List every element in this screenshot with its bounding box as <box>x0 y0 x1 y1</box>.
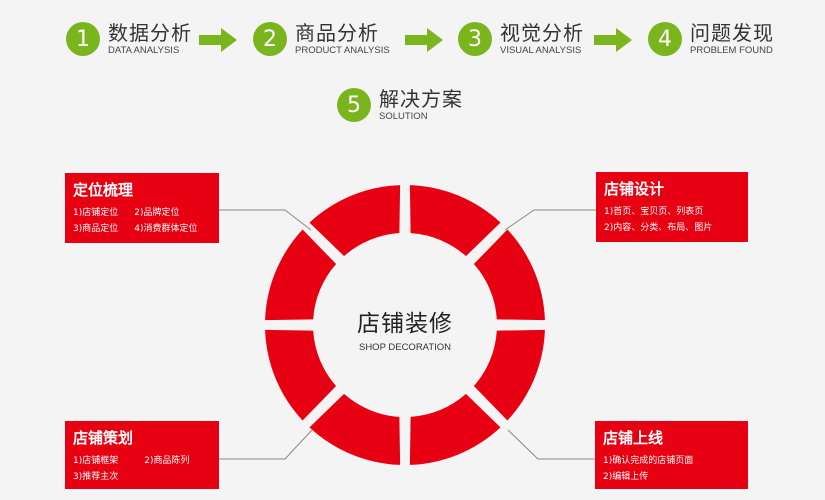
card-item: 1)店铺框架 <box>73 456 119 466</box>
connector-line <box>219 209 312 231</box>
card-title: 定位梳理 <box>73 181 134 199</box>
card-title: 店铺设计 <box>604 180 665 198</box>
card-item: 1)首页、宝贝页、列表页 <box>604 207 704 217</box>
card-launch: 店铺上线 1)确认完成的店铺页面 2)编辑上传 <box>595 421 748 489</box>
connector-line <box>504 209 596 231</box>
card-planning: 店铺策划 1)店铺框架 2)商品陈列 3)推荐主次 <box>65 421 219 489</box>
connector-line <box>507 429 595 460</box>
card-item: 2)内容、分类、布局、图片 <box>604 223 713 233</box>
card-item: 1)店铺定位 <box>73 208 119 218</box>
card-item: 3)商品定位 <box>73 224 119 234</box>
center-label: 店铺装修 SHOP DECORATION <box>300 304 510 353</box>
card-item: 4)消费群体定位 <box>134 224 198 234</box>
card-title: 店铺上线 <box>603 429 664 447</box>
card-title: 店铺策划 <box>73 429 134 447</box>
ring-segment <box>409 393 501 465</box>
connector-line <box>219 429 313 460</box>
center-subtitle: SHOP DECORATION <box>358 342 452 353</box>
card-item: 2)商品陈列 <box>144 456 190 466</box>
ring-segment <box>309 185 401 257</box>
center-title: 店铺装修 <box>357 311 453 337</box>
ring-segment <box>409 185 501 257</box>
card-item: 3)推荐主次 <box>73 472 119 482</box>
card-item: 1)确认完成的店铺页面 <box>603 456 694 466</box>
card-item: 2)编辑上传 <box>603 472 649 482</box>
card-item: 2)品牌定位 <box>134 208 180 218</box>
card-positioning: 定位梳理 1)店铺定位 2)品牌定位 3)商品定位 4)消费群体定位 <box>65 173 219 243</box>
ring-segment <box>309 393 401 465</box>
card-design: 店铺设计 1)首页、宝贝页、列表页 2)内容、分类、布局、图片 <box>596 172 748 242</box>
